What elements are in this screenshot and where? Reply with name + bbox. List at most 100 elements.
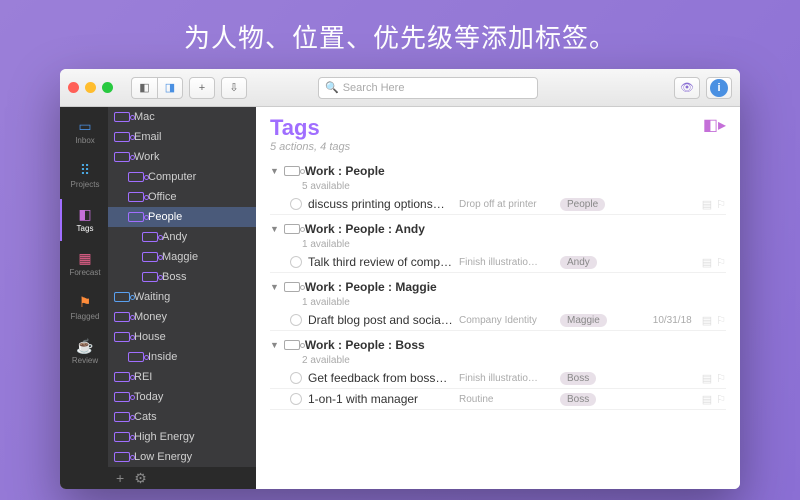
tag-label: REI bbox=[134, 371, 152, 383]
tag-item[interactable]: Cats bbox=[108, 407, 256, 427]
group-count: 1 available bbox=[302, 297, 726, 308]
tag-item[interactable]: Boss bbox=[108, 267, 256, 287]
tag-item[interactable]: REI bbox=[108, 367, 256, 387]
toggle-rail-button[interactable]: ◧ bbox=[131, 77, 157, 99]
toggle-sidebar-button[interactable]: ◨ bbox=[157, 77, 183, 99]
tag-icon bbox=[114, 312, 130, 322]
tag-icon bbox=[142, 232, 158, 242]
group-header[interactable]: ▼Work : People : Maggie bbox=[270, 277, 726, 297]
tag-options-button[interactable]: ⚙ bbox=[134, 470, 147, 487]
review-icon: ☕ bbox=[76, 340, 94, 354]
flag-icon[interactable]: ⚐ bbox=[716, 314, 726, 327]
inspector-button[interactable]: i bbox=[706, 77, 732, 99]
tag-icon bbox=[114, 392, 130, 402]
tag-label: Waiting bbox=[134, 291, 170, 303]
minimize-icon[interactable] bbox=[85, 82, 96, 93]
tag-label: Inside bbox=[148, 351, 177, 363]
flag-icon[interactable]: ⚐ bbox=[716, 372, 726, 385]
quick-entry-button[interactable]: ⇩ bbox=[221, 77, 247, 99]
flagged-icon: ⚑ bbox=[76, 296, 94, 310]
tag-item[interactable]: Money bbox=[108, 307, 256, 327]
chevron-down-icon: ▼ bbox=[270, 282, 279, 292]
group-header[interactable]: ▼Work : People bbox=[270, 161, 726, 181]
tag-item[interactable]: People bbox=[108, 207, 256, 227]
note-icon: ▤ bbox=[702, 393, 712, 406]
tag-item[interactable]: Computer bbox=[108, 167, 256, 187]
tag-item[interactable]: Today bbox=[108, 387, 256, 407]
toolbar: ◧ ◨ + ⇩ 🔍 Search Here 👁 i bbox=[60, 69, 740, 107]
tag-item[interactable]: High Energy bbox=[108, 427, 256, 447]
tag-item[interactable]: House bbox=[108, 327, 256, 347]
rail-tags[interactable]: ◧ Tags bbox=[60, 199, 108, 241]
add-button[interactable]: + bbox=[189, 77, 215, 99]
flag-icon[interactable]: ⚐ bbox=[716, 256, 726, 269]
tag-item[interactable]: Work bbox=[108, 147, 256, 167]
note-icon: ▤ bbox=[702, 314, 712, 327]
tag-item[interactable]: Mac bbox=[108, 107, 256, 127]
note-icon: ▤ bbox=[702, 256, 712, 269]
task-checkbox[interactable] bbox=[290, 256, 302, 268]
nav-rail: ▭Inbox⠿Projects ◧ Tags ▦Forecast⚑Flagged☕Re… bbox=[60, 107, 108, 489]
group-header[interactable]: ▼Work : People : Boss bbox=[270, 335, 726, 355]
tag-item[interactable]: Maggie bbox=[108, 247, 256, 267]
page-title: Tags bbox=[270, 115, 350, 141]
task-checkbox[interactable] bbox=[290, 372, 302, 384]
task-project: Finish illustratio… bbox=[459, 373, 554, 384]
tag-label: Money bbox=[134, 311, 167, 323]
forecast-icon: ▦ bbox=[76, 252, 94, 266]
task-tag-chip[interactable]: Boss bbox=[560, 393, 596, 406]
tag-item[interactable]: Andy bbox=[108, 227, 256, 247]
task-tag-chip[interactable]: Boss bbox=[560, 372, 596, 385]
flag-icon[interactable]: ⚐ bbox=[716, 198, 726, 211]
group-title: Work : People : Boss bbox=[305, 338, 425, 352]
tag-item[interactable]: Low Energy bbox=[108, 447, 256, 467]
close-icon[interactable] bbox=[68, 82, 79, 93]
tags-footer: + ⚙ bbox=[108, 467, 256, 489]
search-placeholder: Search Here bbox=[343, 82, 405, 94]
task-date: 10/31/18 bbox=[653, 315, 692, 326]
task-tag-chip[interactable]: Maggie bbox=[560, 314, 607, 327]
group-count: 5 available bbox=[302, 181, 726, 192]
search-input[interactable]: 🔍 Search Here bbox=[318, 77, 538, 99]
task-row[interactable]: Get feedback from boss…Finish illustrati… bbox=[270, 368, 726, 389]
tag-item[interactable]: Email bbox=[108, 127, 256, 147]
rail-flagged[interactable]: ⚑Flagged bbox=[60, 287, 108, 329]
rail-review[interactable]: ☕Review bbox=[60, 331, 108, 373]
rail-projects[interactable]: ⠿Projects bbox=[60, 155, 108, 197]
tags-icon: ◧ bbox=[76, 208, 94, 222]
main-content: Tags 5 actions, 4 tags ◧▸ ▼Work : People… bbox=[256, 107, 740, 489]
tag-label: Mac bbox=[134, 111, 155, 123]
task-checkbox[interactable] bbox=[290, 314, 302, 326]
flag-icon[interactable]: ⚐ bbox=[716, 393, 726, 406]
task-row[interactable]: 1-on-1 with managerRoutineBoss▤⚐ bbox=[270, 389, 726, 410]
tag-label: Office bbox=[148, 191, 177, 203]
task-checkbox[interactable] bbox=[290, 393, 302, 405]
rail-inbox[interactable]: ▭Inbox bbox=[60, 111, 108, 153]
tag-icon bbox=[284, 340, 300, 350]
task-name: Talk third review of comp… bbox=[308, 255, 453, 269]
app-window: ◧ ◨ + ⇩ 🔍 Search Here 👁 i ▭Inbox⠿Project… bbox=[60, 69, 740, 489]
group-header[interactable]: ▼Work : People : Andy bbox=[270, 219, 726, 239]
search-icon: 🔍 bbox=[325, 81, 339, 94]
task-tag-chip[interactable]: Andy bbox=[560, 256, 597, 269]
task-row[interactable]: Draft blog post and socia…Company Identi… bbox=[270, 310, 726, 331]
task-row[interactable]: Talk third review of comp…Finish illustr… bbox=[270, 252, 726, 273]
group-title: Work : People bbox=[305, 164, 385, 178]
tag-label: People bbox=[148, 211, 182, 223]
tag-item[interactable]: Waiting bbox=[108, 287, 256, 307]
tag-icon bbox=[142, 272, 158, 282]
tag-icon bbox=[128, 352, 144, 362]
tag-icon bbox=[114, 432, 130, 442]
add-tag-button[interactable]: + bbox=[116, 470, 124, 486]
tag-item[interactable]: Inside bbox=[108, 347, 256, 367]
task-row[interactable]: discuss printing options…Drop off at pri… bbox=[270, 194, 726, 215]
task-checkbox[interactable] bbox=[290, 198, 302, 210]
rail-forecast[interactable]: ▦Forecast bbox=[60, 243, 108, 285]
maximize-icon[interactable] bbox=[102, 82, 113, 93]
tag-item[interactable]: Office bbox=[108, 187, 256, 207]
rail-label: Tags bbox=[77, 224, 94, 233]
view-options-button[interactable]: 👁 bbox=[674, 77, 700, 99]
tag-icon bbox=[142, 252, 158, 262]
tag-icon bbox=[114, 112, 130, 122]
task-tag-chip[interactable]: People bbox=[560, 198, 605, 211]
